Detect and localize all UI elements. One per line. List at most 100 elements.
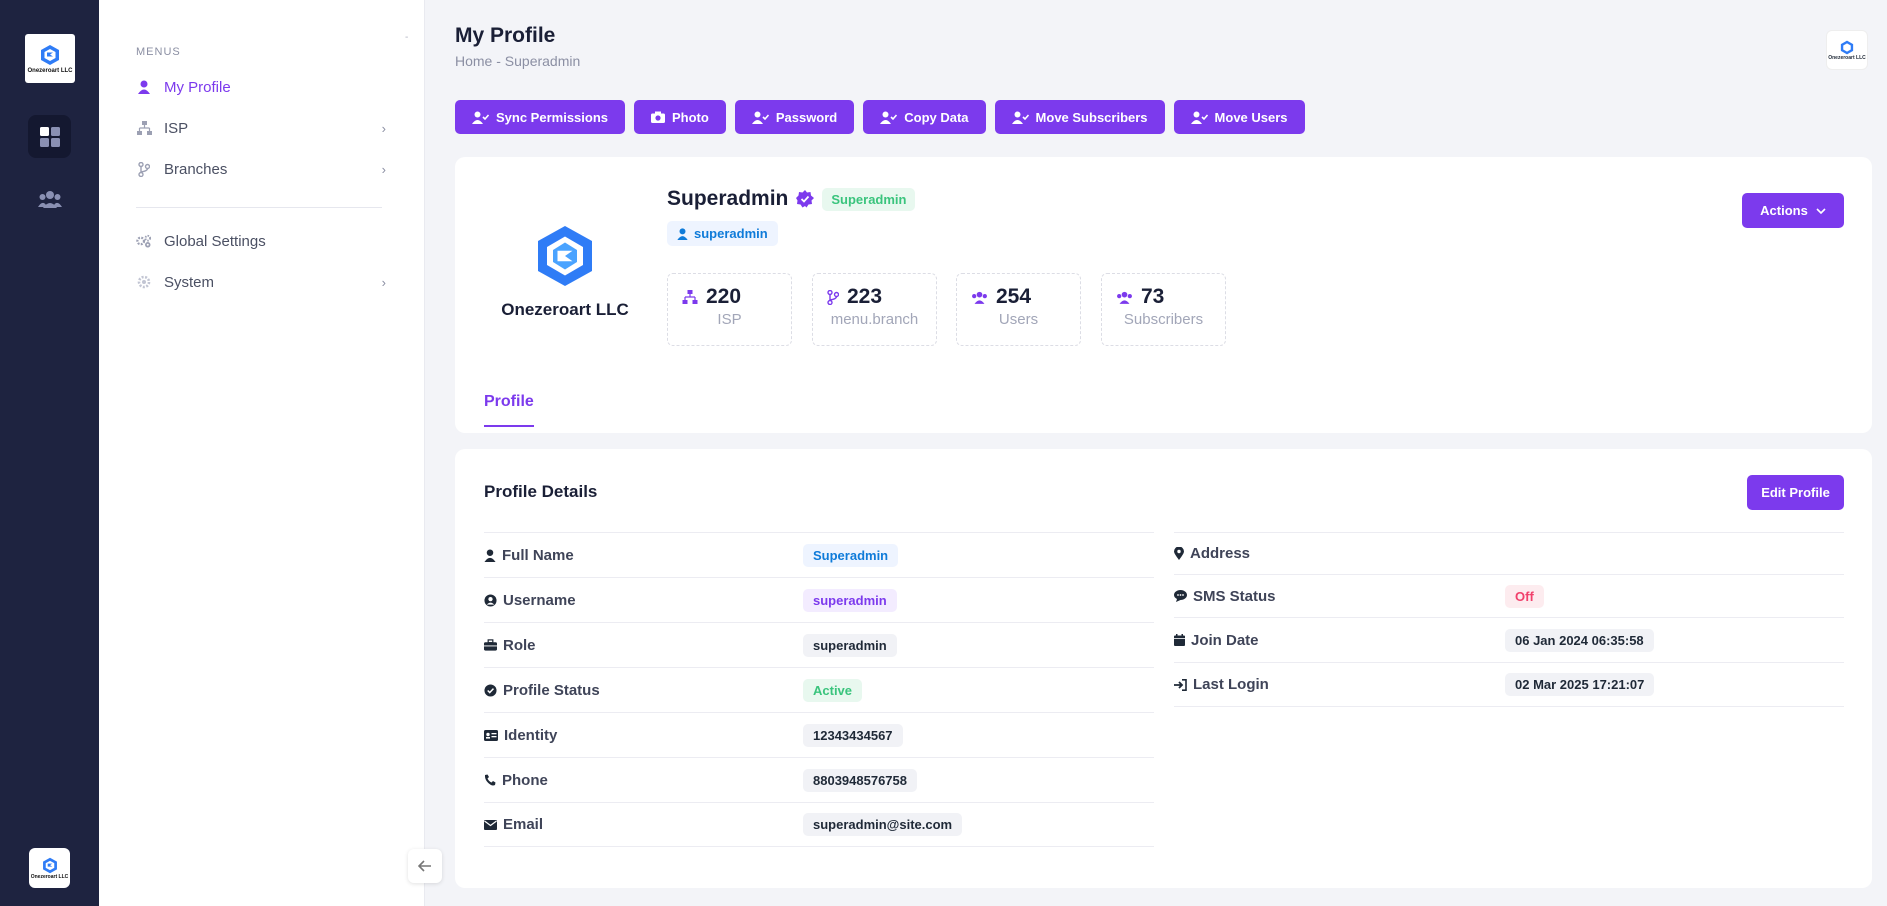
calendar-icon <box>1174 634 1185 646</box>
comment-icon <box>1174 590 1187 602</box>
sign-in-icon <box>1174 678 1187 691</box>
stat-label: Users <box>998 311 1039 328</box>
detail-row-profile-status: Profile Status Active <box>484 667 1154 712</box>
network-icon <box>136 120 152 136</box>
footer-logo[interactable]: Onezeroart LLC <box>29 848 70 888</box>
sidebar-item-my-profile[interactable]: My Profile <box>136 72 386 102</box>
avatar-text: Onezeroart LLC <box>1828 54 1866 61</box>
photo-button[interactable]: Photo <box>634 100 726 134</box>
detail-label: Role <box>484 637 536 654</box>
branch-icon <box>136 161 152 177</box>
detail-label-text: Username <box>503 591 576 609</box>
move-users-button[interactable]: Move Users <box>1173 100 1305 134</box>
detail-label: Address <box>1174 545 1250 562</box>
profile-toolbar: Sync Permissions Photo Password Copy Dat… <box>455 100 1305 134</box>
detail-value: Off <box>1505 584 1544 608</box>
detail-label-text: Full Name <box>502 546 574 564</box>
user-check-icon <box>751 111 769 124</box>
breadcrumb: Home - Superadmin <box>455 53 581 69</box>
detail-row-identity: Identity 12343434567 <box>484 712 1154 757</box>
detail-label-text: Identity <box>504 726 558 744</box>
sidebar-item-label: ISP <box>164 119 189 137</box>
sidebar-item-system[interactable]: System › <box>136 267 386 297</box>
detail-row-last-login: Last Login 02 Mar 2025 17:21:07 <box>1174 662 1844 707</box>
button-label: Sync Permissions <box>496 109 608 125</box>
button-label: Copy Data <box>904 109 969 125</box>
detail-label-text: Profile Status <box>503 681 600 699</box>
stat-value: 73 <box>1141 285 1165 308</box>
actions-dropdown-button[interactable]: Actions <box>1742 193 1844 228</box>
details-left-column: Full Name Superadmin Username superadmin… <box>484 532 1154 847</box>
sidebar: MENUS - My Profile ISP › Branches › Glob… <box>99 0 425 906</box>
role-badge: Superadmin <box>822 187 916 211</box>
user-avatar[interactable]: Onezeroart LLC <box>1826 30 1868 70</box>
detail-label-text: Last Login <box>1193 676 1269 693</box>
username-chip: superadmin <box>667 221 778 246</box>
user-icon <box>136 79 152 95</box>
chevron-right-icon: › <box>381 274 386 290</box>
stat-value: 220 <box>706 285 742 308</box>
detail-row-username: Username superadmin <box>484 577 1154 622</box>
stat-value-row: 220 <box>682 285 777 309</box>
arrow-left-icon <box>418 860 431 872</box>
button-label: Move Users <box>1214 109 1288 125</box>
detail-label-text: Address <box>1190 545 1251 562</box>
collapse-indicator: - <box>405 32 409 43</box>
sidebar-item-global-settings[interactable]: Global Settings <box>136 226 386 256</box>
section-title: Profile Details <box>484 482 598 501</box>
stat-value-row: 73 <box>1116 285 1211 309</box>
map-pin-icon <box>1174 547 1184 560</box>
sidebar-collapse-button[interactable] <box>408 849 442 883</box>
chevron-right-icon: › <box>381 161 386 177</box>
sidebar-item-label: Global Settings <box>164 232 266 250</box>
button-label: Password <box>775 109 838 125</box>
stat-users: 254 Users <box>956 273 1081 346</box>
dashboard-button[interactable] <box>28 115 71 158</box>
network-icon <box>682 290 698 304</box>
user-name-text: Superadmin <box>667 187 789 210</box>
gear-icon <box>136 274 152 290</box>
detail-row-role: Role superadmin <box>484 622 1154 667</box>
stat-label: Subscribers <box>1123 311 1204 328</box>
sidebar-item-isp[interactable]: ISP › <box>136 113 386 143</box>
detail-value: Superadmin <box>803 543 899 567</box>
sidebar-item-label: System <box>164 273 215 291</box>
detail-label-text: Email <box>503 816 544 833</box>
users-icon <box>37 190 62 208</box>
menus-heading: MENUS <box>136 46 181 58</box>
logo-icon <box>41 44 59 65</box>
user-icon <box>677 227 688 240</box>
app-rail: Onezeroart LLC Onezeroart LLC <box>0 0 99 906</box>
detail-label-text: Phone <box>502 771 548 789</box>
detail-label: Username <box>484 592 576 609</box>
user-circle-icon <box>484 593 497 607</box>
sync-permissions-button[interactable]: Sync Permissions <box>455 100 625 134</box>
stat-branch: 223 menu.branch <box>812 273 937 346</box>
page-title: My Profile <box>455 24 556 47</box>
button-label: Photo <box>672 109 709 125</box>
stat-label: menu.branch <box>830 311 919 328</box>
move-subscribers-button[interactable]: Move Subscribers <box>994 100 1165 134</box>
password-button[interactable]: Password <box>734 100 855 134</box>
detail-row-sms-status: SMS Status Off <box>1174 574 1844 617</box>
button-label: Actions <box>1760 203 1808 218</box>
company-logo[interactable]: Onezeroart LLC <box>25 34 75 83</box>
organization-logo: Onezeroart LLC <box>495 223 635 320</box>
detail-value: 02 Mar 2025 17:21:07 <box>1505 673 1655 696</box>
details-right-column: Address SMS Status Off Join Date 06 Jan … <box>1174 532 1844 707</box>
sidebar-item-branches[interactable]: Branches › <box>136 154 386 184</box>
tab-profile[interactable]: Profile <box>484 393 534 427</box>
copy-data-button[interactable]: Copy Data <box>863 100 986 134</box>
stat-value-row: 223 <box>827 285 922 309</box>
check-circle-icon <box>484 683 497 697</box>
users-icon <box>1117 291 1132 304</box>
edit-profile-button[interactable]: Edit Profile <box>1747 475 1844 510</box>
detail-value: superadmin <box>803 633 897 657</box>
detail-label: Identity <box>484 727 557 744</box>
verified-icon <box>796 190 815 208</box>
button-label: Move Subscribers <box>1035 109 1148 125</box>
stat-value: 254 <box>996 285 1032 308</box>
stat-value: 223 <box>847 285 883 308</box>
users-button[interactable] <box>28 177 71 220</box>
detail-value: 8803948576758 <box>803 768 917 792</box>
